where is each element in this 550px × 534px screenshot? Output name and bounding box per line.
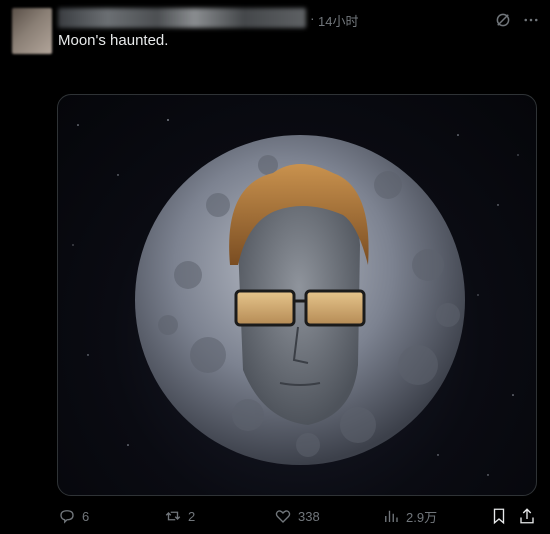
tweet-media-image[interactable] [57, 94, 537, 496]
more-icon[interactable] [522, 11, 540, 29]
share-icon [520, 508, 534, 524]
grok-icon[interactable] [494, 11, 512, 29]
separator-dot: · [310, 10, 315, 26]
reply-count: 6 [82, 508, 90, 524]
bookmark-button[interactable] [490, 506, 514, 526]
share-button[interactable] [518, 506, 542, 526]
timestamp[interactable]: 14小时 [318, 11, 358, 30]
views-button[interactable]: 2.9万 [382, 506, 437, 526]
reply-icon [60, 510, 74, 524]
retweet-count: 2 [188, 508, 196, 524]
reply-button[interactable]: 6 [58, 506, 89, 526]
like-count: 338 [298, 508, 320, 524]
like-button[interactable]: 338 [274, 506, 320, 526]
avatar[interactable] [12, 8, 52, 54]
tweet-text: Moon's haunted. [58, 32, 169, 49]
bookmark-icon [493, 508, 505, 525]
retweet-button[interactable]: 2 [164, 506, 195, 526]
moon-face-illustration [72, 119, 519, 476]
retweet-icon [165, 511, 181, 521]
views-count: 2.9万 [406, 509, 438, 525]
author-name-redacted[interactable] [58, 8, 306, 28]
heart-icon [275, 510, 291, 523]
tweet-actions-bar: 6 2 338 2.9万 [0, 502, 550, 530]
views-icon [385, 510, 398, 522]
